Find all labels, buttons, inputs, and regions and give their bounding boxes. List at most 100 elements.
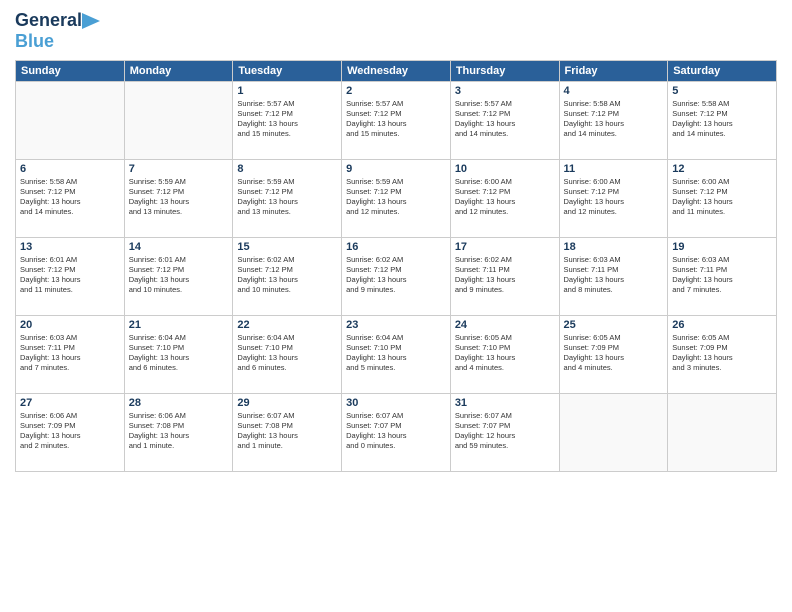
day-info: Sunrise: 5:57 AM Sunset: 7:12 PM Dayligh… [237,99,337,140]
day-number: 9 [346,163,446,175]
day-info: Sunrise: 6:02 AM Sunset: 7:12 PM Dayligh… [237,255,337,296]
weekday-header: Tuesday [233,61,342,82]
day-info: Sunrise: 6:00 AM Sunset: 7:12 PM Dayligh… [564,177,664,218]
calendar-cell: 2 Sunrise: 5:57 AM Sunset: 7:12 PM Daylig… [342,82,451,160]
day-info: Sunrise: 5:59 AM Sunset: 7:12 PM Dayligh… [346,177,446,218]
calendar-cell: 29 Sunrise: 6:07 AM Sunset: 7:08 PM Dayli… [233,394,342,472]
day-info: Sunrise: 6:02 AM Sunset: 7:11 PM Dayligh… [455,255,555,296]
calendar-cell: 12Sunrise: 6:00 AM Sunset: 7:12 PM Dayli… [668,160,777,238]
day-info: Sunrise: 6:06 AM Sunset: 7:08 PM Dayligh… [129,411,229,452]
day-number: 4 [564,85,664,97]
day-number: 25 [564,319,664,331]
day-info: Sunrise: 6:03 AM Sunset: 7:11 PM Dayligh… [564,255,664,296]
calendar-cell: 15 Sunrise: 6:02 AM Sunset: 7:12 PM Dayli… [233,238,342,316]
calendar-cell: 19Sunrise: 6:03 AM Sunset: 7:11 PM Dayli… [668,238,777,316]
day-info: Sunrise: 6:00 AM Sunset: 7:12 PM Dayligh… [672,177,772,218]
calendar-cell: 13 Sunrise: 6:01 AM Sunset: 7:12 PM Dayli… [16,238,125,316]
calendar-cell: 31 Sunrise: 6:07 AM Sunset: 7:07 PM Dayli… [450,394,559,472]
day-info: Sunrise: 6:07 AM Sunset: 7:07 PM Dayligh… [455,411,555,452]
calendar-week-row: 27 Sunrise: 6:06 AM Sunset: 7:09 PM Dayli… [16,394,777,472]
day-number: 27 [20,397,120,409]
calendar-week-row: 13 Sunrise: 6:01 AM Sunset: 7:12 PM Dayli… [16,238,777,316]
calendar-cell: 18Sunrise: 6:03 AM Sunset: 7:11 PM Dayli… [559,238,668,316]
day-number: 31 [455,397,555,409]
day-number: 26 [672,319,772,331]
calendar-cell: 8Sunrise: 5:59 AM Sunset: 7:12 PM Daylig… [233,160,342,238]
day-info: Sunrise: 5:58 AM Sunset: 7:12 PM Dayligh… [20,177,120,218]
weekday-header: Wednesday [342,61,451,82]
logo-blue-label: Blue [15,31,54,51]
day-number: 19 [672,241,772,253]
day-number: 13 [20,241,120,253]
day-number: 5 [672,85,772,97]
day-info: Sunrise: 6:05 AM Sunset: 7:09 PM Dayligh… [672,333,772,374]
day-info: Sunrise: 6:03 AM Sunset: 7:11 PM Dayligh… [20,333,120,374]
day-number: 28 [129,397,229,409]
calendar-header: SundayMondayTuesdayWednesdayThursdayFrid… [16,61,777,82]
calendar-cell: 9 Sunrise: 5:59 AM Sunset: 7:12 PM Daylig… [342,160,451,238]
day-number: 21 [129,319,229,331]
calendar-cell: 21 Sunrise: 6:04 AM Sunset: 7:10 PM Dayli… [124,316,233,394]
calendar-cell: 23 Sunrise: 6:04 AM Sunset: 7:10 PM Dayli… [342,316,451,394]
header: General Blue [15,10,777,52]
calendar-cell: 17 Sunrise: 6:02 AM Sunset: 7:11 PM Dayli… [450,238,559,316]
calendar-cell: 27 Sunrise: 6:06 AM Sunset: 7:09 PM Dayli… [16,394,125,472]
calendar-table: SundayMondayTuesdayWednesdayThursdayFrid… [15,60,777,472]
day-info: Sunrise: 6:04 AM Sunset: 7:10 PM Dayligh… [129,333,229,374]
day-number: 24 [455,319,555,331]
logo-arrow-icon [82,13,102,29]
calendar-cell: 22 Sunrise: 6:04 AM Sunset: 7:10 PM Dayli… [233,316,342,394]
weekday-header: Sunday [16,61,125,82]
day-info: Sunrise: 6:02 AM Sunset: 7:12 PM Dayligh… [346,255,446,296]
calendar-week-row: 6 Sunrise: 5:58 AM Sunset: 7:12 PM Daylig… [16,160,777,238]
calendar-cell: 24Sunrise: 6:05 AM Sunset: 7:10 PM Dayli… [450,316,559,394]
calendar-cell: 3Sunrise: 5:57 AM Sunset: 7:12 PM Daylig… [450,82,559,160]
day-number: 15 [237,241,337,253]
day-number: 16 [346,241,446,253]
day-info: Sunrise: 5:57 AM Sunset: 7:12 PM Dayligh… [346,99,446,140]
calendar-cell [668,394,777,472]
day-info: Sunrise: 6:07 AM Sunset: 7:07 PM Dayligh… [346,411,446,452]
day-info: Sunrise: 6:04 AM Sunset: 7:10 PM Dayligh… [346,333,446,374]
day-number: 23 [346,319,446,331]
calendar-cell: 10 Sunrise: 6:00 AM Sunset: 7:12 PM Dayli… [450,160,559,238]
calendar-body: 1 Sunrise: 5:57 AM Sunset: 7:12 PM Daylig… [16,82,777,472]
day-info: Sunrise: 6:00 AM Sunset: 7:12 PM Dayligh… [455,177,555,218]
day-info: Sunrise: 5:58 AM Sunset: 7:12 PM Dayligh… [564,99,664,140]
day-number: 6 [20,163,120,175]
day-info: Sunrise: 5:57 AM Sunset: 7:12 PM Dayligh… [455,99,555,140]
calendar-cell: 6 Sunrise: 5:58 AM Sunset: 7:12 PM Daylig… [16,160,125,238]
calendar-cell [559,394,668,472]
calendar-cell: 5 Sunrise: 5:58 AM Sunset: 7:12 PM Daylig… [668,82,777,160]
day-number: 29 [237,397,337,409]
day-number: 7 [129,163,229,175]
calendar-cell: 16 Sunrise: 6:02 AM Sunset: 7:12 PM Dayli… [342,238,451,316]
calendar-cell [124,82,233,160]
day-info: Sunrise: 5:58 AM Sunset: 7:12 PM Dayligh… [672,99,772,140]
day-info: Sunrise: 6:01 AM Sunset: 7:12 PM Dayligh… [129,255,229,296]
day-info: Sunrise: 6:01 AM Sunset: 7:12 PM Dayligh… [20,255,120,296]
day-info: Sunrise: 6:06 AM Sunset: 7:09 PM Dayligh… [20,411,120,452]
day-number: 22 [237,319,337,331]
calendar-cell: 25 Sunrise: 6:05 AM Sunset: 7:09 PM Dayli… [559,316,668,394]
day-number: 14 [129,241,229,253]
logo-blue-line: Blue [15,31,54,52]
day-number: 10 [455,163,555,175]
page: General Blue SundayMondayTuesdayWednesda… [0,0,792,612]
weekday-header: Thursday [450,61,559,82]
day-number: 17 [455,241,555,253]
day-info: Sunrise: 6:04 AM Sunset: 7:10 PM Dayligh… [237,333,337,374]
day-info: Sunrise: 6:07 AM Sunset: 7:08 PM Dayligh… [237,411,337,452]
day-info: Sunrise: 5:59 AM Sunset: 7:12 PM Dayligh… [129,177,229,218]
day-info: Sunrise: 6:05 AM Sunset: 7:09 PM Dayligh… [564,333,664,374]
day-number: 2 [346,85,446,97]
calendar-week-row: 1 Sunrise: 5:57 AM Sunset: 7:12 PM Daylig… [16,82,777,160]
weekday-header: Saturday [668,61,777,82]
calendar-cell: 20Sunrise: 6:03 AM Sunset: 7:11 PM Dayli… [16,316,125,394]
day-number: 1 [237,85,337,97]
calendar-cell: 7 Sunrise: 5:59 AM Sunset: 7:12 PM Daylig… [124,160,233,238]
calendar-cell [16,82,125,160]
weekday-row: SundayMondayTuesdayWednesdayThursdayFrid… [16,61,777,82]
calendar-cell: 11Sunrise: 6:00 AM Sunset: 7:12 PM Dayli… [559,160,668,238]
day-number: 30 [346,397,446,409]
